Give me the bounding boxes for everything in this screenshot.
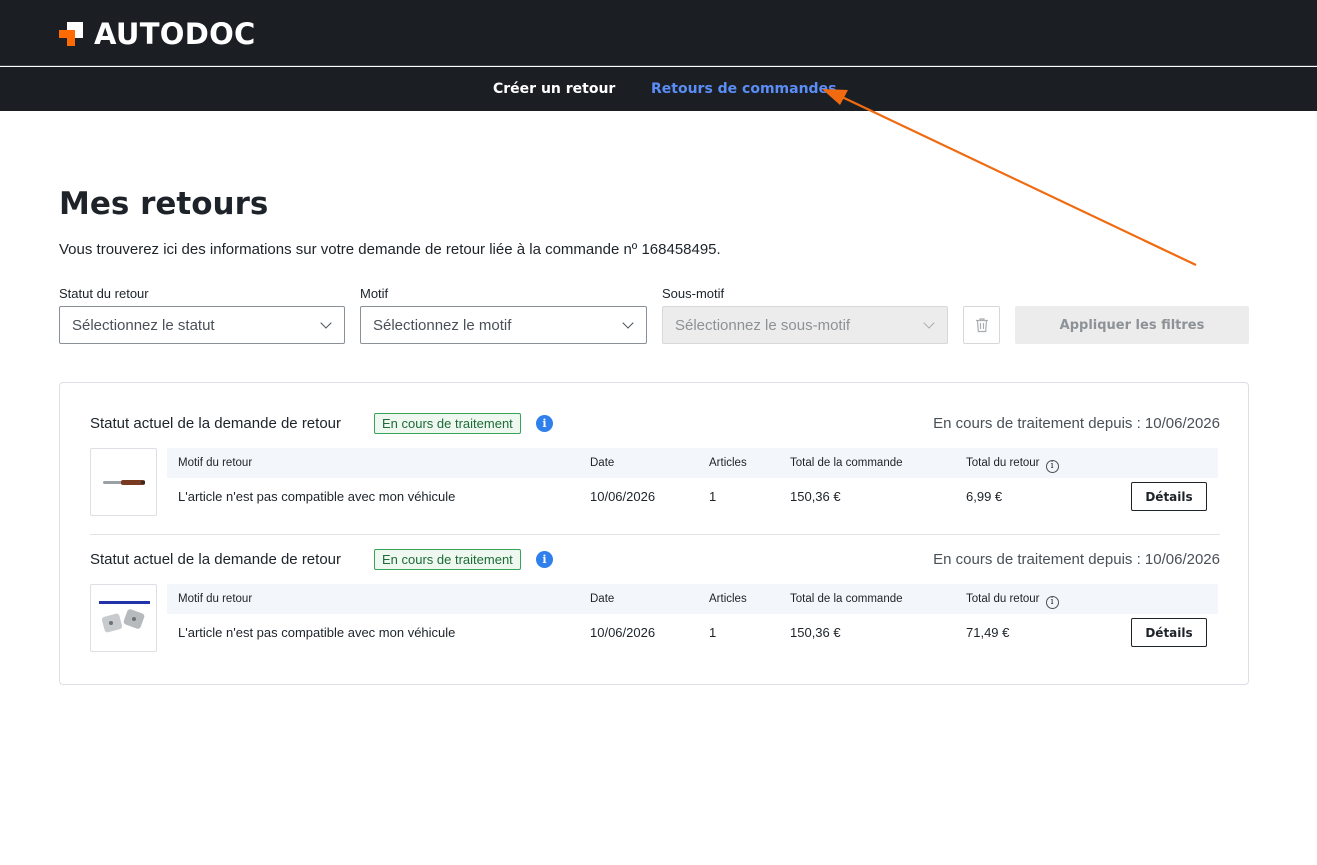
page-intro: Vous trouverez ici des informations sur … [59, 241, 721, 258]
returns-list-card: Statut actuel de la demande de retour En… [59, 382, 1249, 685]
return-articles: 1 [709, 625, 717, 640]
col-return-total: Total du retour i [966, 457, 1059, 473]
status-badge: En cours de traitement [374, 413, 521, 434]
info-icon[interactable]: i [1045, 460, 1059, 473]
page-title: Mes retours [59, 186, 269, 222]
status-filter-select[interactable]: Sélectionnez le statut [59, 306, 345, 344]
col-date: Date [590, 457, 615, 469]
info-icon[interactable]: i [1045, 596, 1059, 609]
subreason-filter-value: Sélectionnez le sous-motif [675, 317, 851, 334]
nav-order-returns[interactable]: Retours de commandes [651, 81, 836, 97]
return-reason: L'article n'est pas compatible avec mon … [178, 625, 456, 640]
col-articles: Articles [709, 457, 747, 469]
subreason-filter-label: Sous-motif [662, 286, 725, 301]
return-date: 10/06/2026 [590, 489, 656, 504]
details-button[interactable]: Détails [1131, 618, 1207, 647]
reason-filter-value: Sélectionnez le motif [373, 317, 512, 334]
col-return-total: Total du retour i [966, 593, 1059, 609]
info-icon[interactable]: i [536, 415, 553, 432]
trash-icon [975, 318, 988, 333]
return-status-title: Statut actuel de la demande de retour [90, 551, 342, 568]
col-reason: Motif du retour [178, 457, 253, 469]
chevron-down-icon [622, 317, 634, 329]
brake-pads-product-icon [99, 601, 150, 633]
product-thumbnail[interactable] [90, 584, 157, 652]
wiper-blade-product-icon [103, 480, 145, 485]
return-date: 10/06/2026 [590, 625, 656, 640]
reason-filter-select[interactable]: Sélectionnez le motif [360, 306, 647, 344]
chevron-down-icon [320, 317, 332, 329]
return-table-header: Motif du retour Date Articles Total de l… [167, 584, 1218, 614]
return-item: Statut actuel de la demande de retour En… [90, 413, 1220, 516]
col-articles: Articles [709, 593, 747, 605]
status-filter-label: Statut du retour [59, 286, 149, 301]
order-total: 150,36 € [790, 625, 841, 640]
return-total: 71,49 € [966, 625, 1010, 640]
col-order-total: Total de la commande [790, 593, 903, 605]
col-return-total-label: Total du retour [966, 457, 1040, 469]
subreason-filter-select[interactable]: Sélectionnez le sous-motif [662, 306, 948, 344]
reason-filter-label: Motif [360, 286, 389, 301]
return-reason: L'article n'est pas compatible avec mon … [178, 489, 456, 504]
returns-nav: Créer un retour Retours de commandes [0, 67, 1317, 111]
top-header: AUTODOC [0, 0, 1317, 66]
status-filter-value: Sélectionnez le statut [72, 317, 215, 334]
return-item: Statut actuel de la demande de retour En… [90, 549, 1220, 652]
return-table-header: Motif du retour Date Articles Total de l… [167, 448, 1218, 478]
logo-text: AUTODOC [94, 17, 256, 51]
autodoc-logo[interactable]: AUTODOC [59, 17, 256, 51]
clear-filters-button[interactable] [963, 306, 1000, 344]
return-status-title: Statut actuel de la demande de retour [90, 415, 342, 432]
apply-filters-button[interactable]: Appliquer les filtres [1015, 306, 1249, 344]
col-date: Date [590, 593, 615, 605]
return-total: 6,99 € [966, 489, 1003, 504]
return-articles: 1 [709, 489, 717, 504]
col-reason: Motif du retour [178, 593, 253, 605]
status-badge: En cours de traitement [374, 549, 521, 570]
logo-cross-icon [59, 22, 83, 46]
product-thumbnail[interactable] [90, 448, 157, 516]
divider [90, 534, 1220, 535]
status-since: En cours de traitement depuis : 10/06/20… [933, 415, 1220, 432]
chevron-down-icon [923, 317, 935, 329]
details-button[interactable]: Détails [1131, 482, 1207, 511]
info-icon[interactable]: i [536, 551, 553, 568]
order-total: 150,36 € [790, 489, 841, 504]
col-order-total: Total de la commande [790, 457, 903, 469]
nav-create-return[interactable]: Créer un retour [493, 81, 615, 97]
status-since: En cours de traitement depuis : 10/06/20… [933, 551, 1220, 568]
col-return-total-label: Total du retour [966, 593, 1040, 605]
